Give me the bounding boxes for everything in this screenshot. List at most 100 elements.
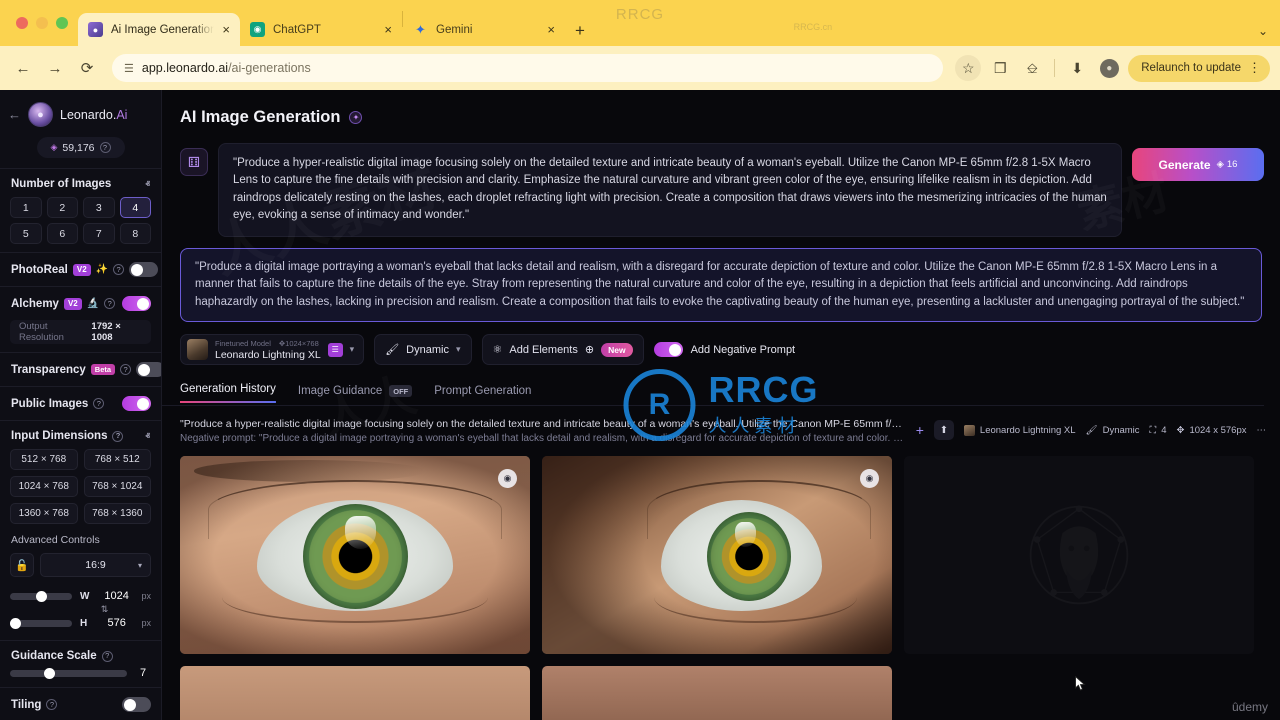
result-card-4[interactable] (180, 666, 530, 720)
image-count-5[interactable]: 5 (10, 223, 42, 244)
result-card-2[interactable]: ◉ (542, 456, 892, 655)
tab-label: Image Guidance (297, 385, 383, 398)
image-count-7[interactable]: 7 (83, 223, 115, 244)
close-tab-icon[interactable]: × (547, 23, 555, 36)
image-count-2[interactable]: 2 (46, 197, 78, 218)
dimension-preset-1360x768[interactable]: 1360 × 768 (10, 503, 78, 524)
tab-generation-history[interactable]: Generation History (180, 383, 276, 406)
height-slider[interactable] (10, 617, 72, 629)
aspect-ratio-select[interactable]: 16:9 ▾ (40, 553, 151, 577)
guidance-scale-help-icon[interactable]: ? (101, 650, 113, 662)
more-options-icon[interactable]: ⋯ (1257, 425, 1267, 436)
add-to-collection-icon[interactable]: + (916, 422, 924, 438)
relaunch-to-update-button[interactable]: Relaunch to update ⋮ (1128, 54, 1270, 82)
slider-thumb[interactable] (36, 590, 48, 602)
close-window-button[interactable] (16, 17, 28, 29)
tab-image-guidance[interactable]: Image Guidance OFF (297, 385, 413, 405)
alchemy-help-icon[interactable]: ? (104, 298, 116, 309)
collapse-sidebar-icon[interactable]: ← (8, 107, 21, 122)
alchemy-row: Alchemy V2 🔬 ? (0, 287, 161, 320)
tab-prompt-generation[interactable]: Prompt Generation (434, 385, 531, 405)
upload-icon[interactable]: ⬆ (933, 420, 954, 441)
alchemy-toggle[interactable] (122, 296, 151, 311)
tab-title: ChatGPT (273, 23, 321, 36)
toolbar-divider (1054, 59, 1056, 77)
transparency-toggle[interactable] (136, 362, 161, 377)
input-dimensions-help-icon[interactable]: ? (112, 430, 124, 442)
result-card-1[interactable]: ◉ (180, 456, 530, 655)
downloads-icon[interactable]: ⬇ (1064, 55, 1090, 81)
width-value[interactable]: 1024 (100, 590, 134, 602)
close-tab-icon[interactable]: × (222, 23, 230, 36)
dimension-preset-512x768[interactable]: 512 × 768 (10, 449, 78, 470)
window-traffic-lights[interactable] (10, 0, 78, 46)
photoreal-help-icon[interactable]: ? (113, 264, 125, 275)
dimension-preset-1024x768[interactable]: 1024 × 768 (10, 476, 78, 497)
photoreal-toggle[interactable] (129, 262, 159, 277)
reload-button[interactable]: ⟳ (74, 55, 100, 81)
preset-icon[interactable]: ☰ (327, 342, 343, 357)
site-settings-icon[interactable]: ☰ (124, 62, 134, 75)
tiling-help-icon[interactable]: ? (46, 699, 58, 710)
image-count-8[interactable]: 8 (119, 223, 151, 244)
generate-cost-value: 16 (1226, 159, 1238, 170)
dimension-preset-768x1360[interactable]: 768 × 1360 (83, 503, 151, 524)
transparency-help-icon[interactable]: ? (120, 364, 132, 375)
result-card-5[interactable] (542, 666, 892, 720)
chevron-down-icon[interactable]: ▾ (456, 344, 461, 355)
add-negative-prompt-label: Add Negative Prompt (690, 343, 796, 356)
negative-prompt-input[interactable]: "Produce a digital image portraying a wo… (180, 247, 1262, 323)
close-tab-icon[interactable]: × (384, 23, 392, 36)
browser-tab-chatgpt[interactable]: ◉ ChatGPT × (240, 13, 402, 46)
plus-circle-icon[interactable]: ⊕ (585, 343, 594, 356)
dice-icon[interactable]: ⚅ (180, 148, 208, 176)
aspect-ratio-value: 16:9 (85, 559, 106, 571)
add-negative-prompt-row[interactable]: Add Negative Prompt (653, 342, 796, 358)
chrome-menu-icon[interactable]: ⋮ (1248, 60, 1261, 76)
maximize-window-button[interactable] (56, 17, 68, 29)
chevron-up-icon[interactable]: ⱏ (146, 431, 150, 442)
model-selector[interactable]: Finetuned Model ✥1024×768 Leonardo Light… (180, 334, 365, 366)
extensions-icon[interactable]: ⎒ (1019, 55, 1045, 81)
public-images-help-icon[interactable]: ? (93, 398, 105, 409)
image-count-6[interactable]: 6 (46, 223, 78, 244)
credits-pill[interactable]: ◈ 59,176 ? (36, 137, 125, 158)
back-button[interactable]: ← (10, 55, 36, 81)
chevron-up-icon[interactable]: ⱏ (146, 179, 150, 190)
guidance-scale-slider[interactable] (10, 667, 127, 679)
bookmark-star-icon[interactable]: ☆ (955, 55, 982, 81)
minimize-window-button[interactable] (36, 17, 48, 29)
tiling-toggle[interactable] (122, 697, 151, 712)
credits-help-icon[interactable]: ? (99, 142, 111, 153)
image-count-3[interactable]: 3 (83, 197, 115, 218)
image-count-1[interactable]: 1 (10, 197, 42, 218)
profile-avatar[interactable]: ● (1096, 55, 1122, 81)
chevron-down-icon: ▾ (137, 560, 142, 570)
add-negative-prompt-toggle[interactable] (653, 342, 683, 358)
generate-button[interactable]: Generate ◈ 16 (1132, 148, 1264, 181)
add-elements-button[interactable]: ⚛ Add Elements ⊕ New (481, 334, 644, 366)
image-count-4[interactable]: 4 (119, 197, 151, 218)
height-value[interactable]: 576 (100, 617, 134, 629)
share-icon[interactable]: ❒ (987, 55, 1013, 81)
chevron-down-icon[interactable]: ▾ (350, 344, 355, 355)
input-dimensions-header[interactable]: Input Dimensions ? ⱏ (0, 421, 161, 449)
address-bar[interactable]: ☰ app.leonardo.ai/ai-generations (112, 54, 944, 82)
lock-aspect-ratio-icon[interactable]: 🔓 (10, 553, 34, 577)
browser-tab-leonardo[interactable]: ● Ai Image Generation - Leonar × (78, 13, 240, 46)
history-negative-preview: Negative prompt: "Produce a digital imag… (180, 433, 904, 445)
result-card-3-placeholder[interactable] (904, 456, 1254, 655)
slider-thumb[interactable] (43, 667, 55, 679)
width-slider[interactable] (10, 590, 72, 602)
prompt-input[interactable]: "Produce a hyper-realistic digital image… (218, 143, 1122, 237)
tab-search-chevron-icon[interactable]: ⌄ (1258, 24, 1268, 38)
new-tab-button[interactable]: + (565, 21, 595, 46)
number-of-images-header[interactable]: Number of Images ⱏ (0, 169, 161, 197)
slider-thumb[interactable] (10, 617, 21, 629)
dimension-preset-768x512[interactable]: 768 × 512 (83, 449, 151, 470)
style-selector[interactable]: 🖌 Dynamic ▾ (374, 334, 472, 366)
forward-button[interactable]: → (42, 55, 68, 81)
browser-tab-gemini[interactable]: ✦ Gemini × (403, 13, 565, 46)
public-images-toggle[interactable] (122, 396, 151, 411)
dimension-preset-768x1024[interactable]: 768 × 1024 (83, 476, 151, 497)
